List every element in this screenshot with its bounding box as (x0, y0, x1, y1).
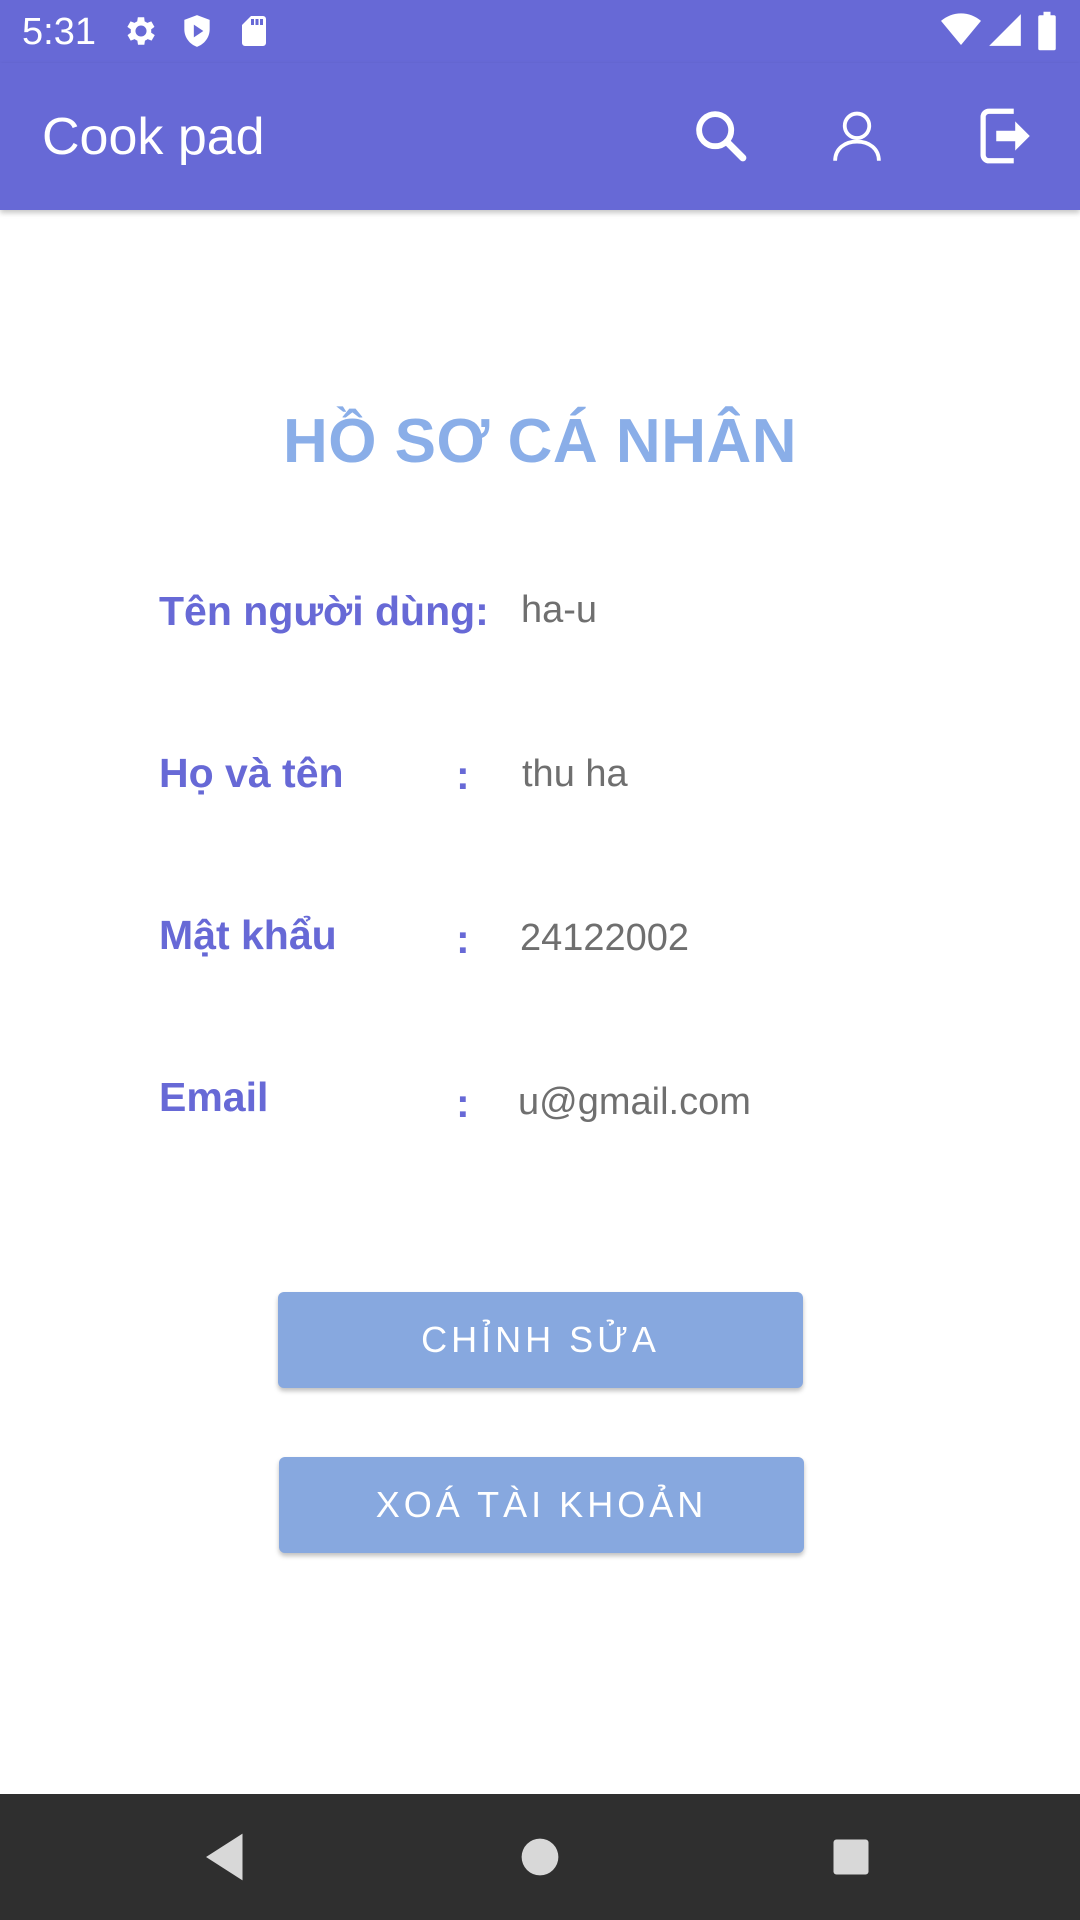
delete-account-button[interactable]: XOÁ TÀI KHOẢN (279, 1457, 804, 1553)
fullname-label: Họ và tên (159, 750, 344, 796)
app-bar: Cook pad (0, 63, 1080, 210)
gear-icon (122, 12, 160, 55)
profile-content: HỒ SƠ CÁ NHÂN Tên người dùng: ha-u Họ và… (0, 210, 1080, 1794)
cellular-signal-icon (986, 10, 1024, 55)
logout-icon[interactable] (970, 101, 1040, 171)
navigation-bar (0, 1794, 1080, 1920)
page-title: HỒ SƠ CÁ NHÂN (282, 407, 798, 476)
search-icon[interactable] (686, 101, 756, 171)
email-value: u@gmail.com (518, 1081, 751, 1123)
status-bar: 5:31 (0, 0, 1080, 63)
email-colon: : (456, 1080, 470, 1126)
battery-icon (1036, 10, 1058, 57)
back-icon[interactable] (190, 1822, 260, 1892)
fullname-value: thu ha (522, 753, 628, 795)
fullname-colon: : (456, 752, 470, 798)
home-icon[interactable] (505, 1822, 575, 1892)
edit-profile-button[interactable]: CHỈNH SỬA (278, 1292, 803, 1388)
email-label: Email (159, 1074, 269, 1120)
password-value: 24122002 (520, 917, 690, 959)
app-title: Cook pad (42, 108, 265, 166)
password-colon: : (456, 916, 470, 962)
sd-card-icon (236, 12, 272, 55)
recents-icon[interactable] (816, 1822, 886, 1892)
username-label: Tên người dùng: (159, 588, 489, 634)
status-time: 5:31 (22, 11, 96, 53)
password-label: Mật khẩu (159, 912, 337, 958)
account-icon[interactable] (822, 101, 892, 171)
wifi-icon (940, 10, 982, 55)
username-value: ha-u (521, 589, 598, 631)
shield-play-icon (178, 12, 216, 55)
